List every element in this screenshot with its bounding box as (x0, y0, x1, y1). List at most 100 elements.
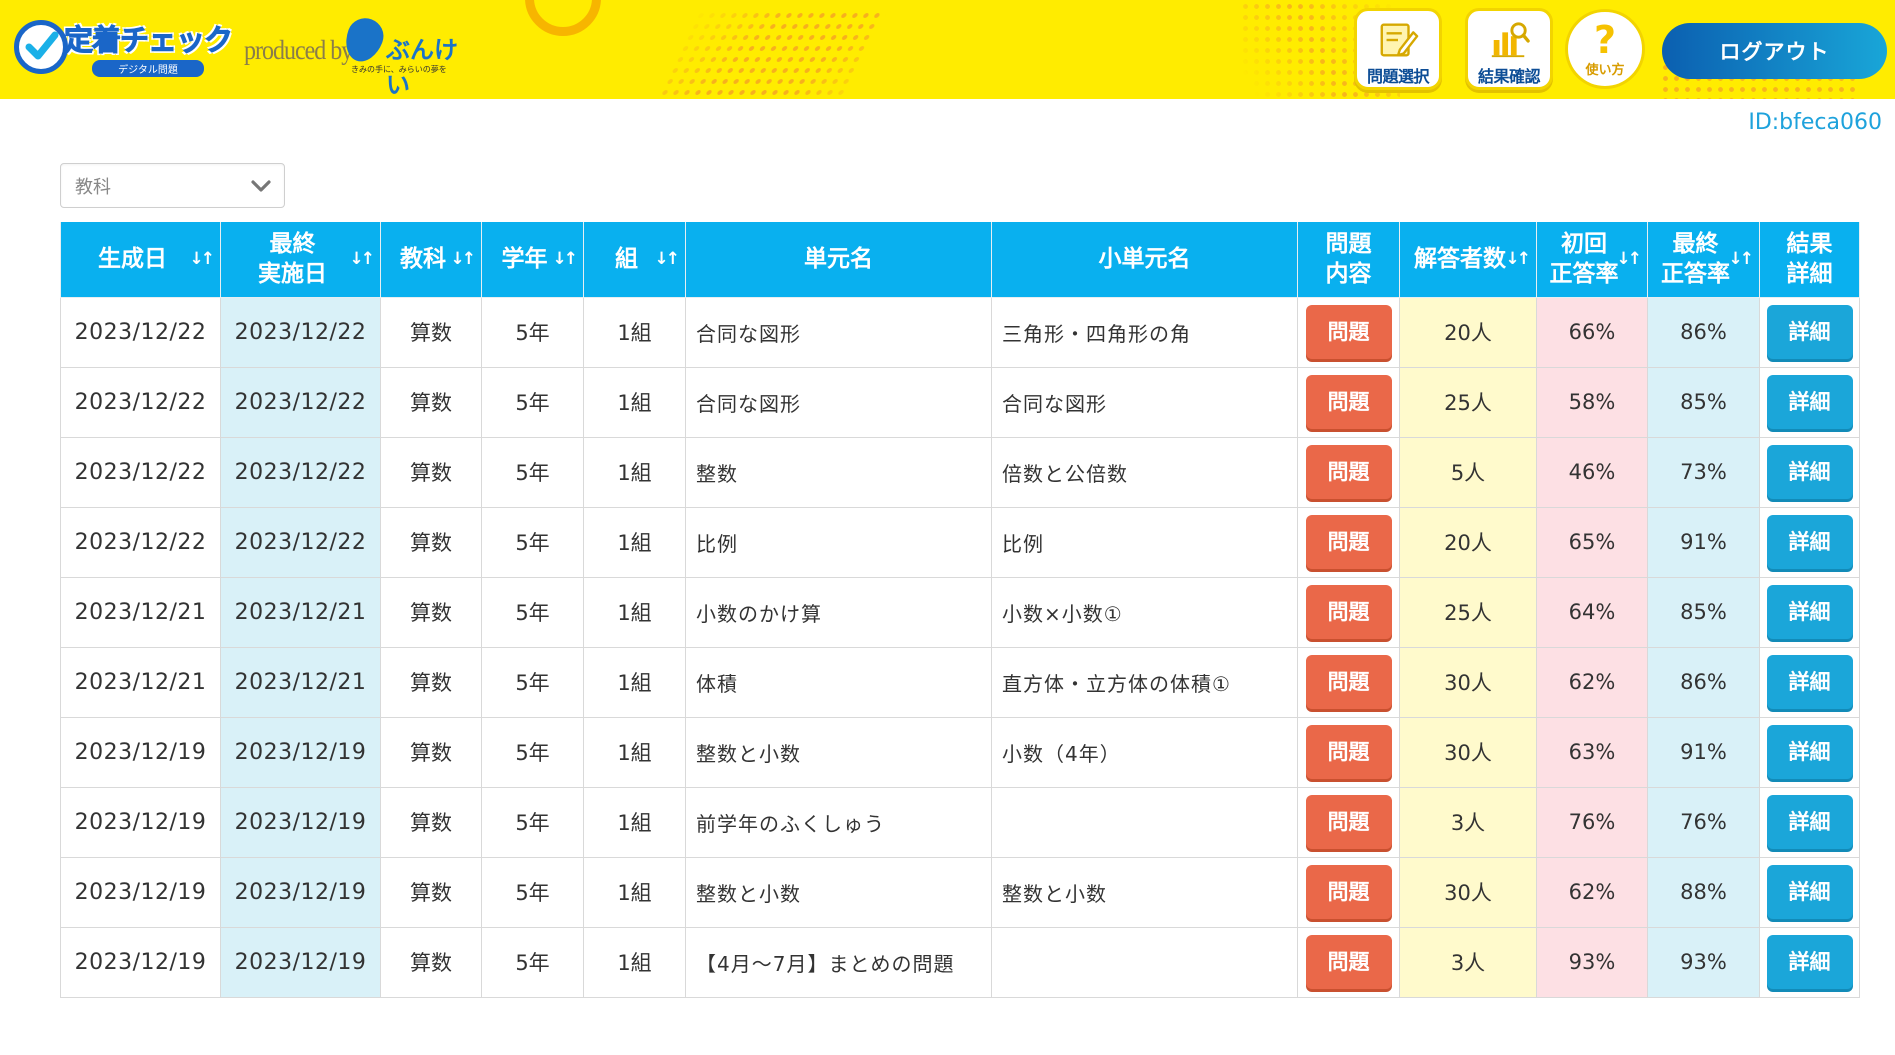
cell-created-date: 2023/12/19 (60, 786, 221, 858)
cell-subject: 算数 (380, 856, 482, 928)
cell-result-detail: 詳細 (1759, 786, 1860, 858)
cell-class: 1組 (583, 646, 686, 718)
cell-class: 1組 (583, 716, 686, 788)
cell-respondents: 30人 (1399, 716, 1537, 788)
column-header-label: 単元名 (804, 246, 873, 273)
sort-arrows-icon[interactable]: ↓↑ (1617, 244, 1642, 274)
table-row: 2023/12/21 2023/12/21 算数 5年 1組 体積 直方体・立方体の体積① 問… (60, 646, 1860, 718)
cell-class: 1組 (583, 436, 686, 508)
sort-arrows-icon[interactable]: ↓↑ (451, 244, 476, 274)
cell-unit-name: 整数 (685, 436, 992, 508)
detail-button[interactable]: 詳細 (1766, 585, 1853, 639)
produced-by-text: produced by (244, 35, 353, 66)
detail-button[interactable]: 詳細 (1766, 305, 1853, 359)
cell-subunit-name: 倍数と公倍数 (991, 436, 1298, 508)
cell-unit-name: 合同な図形 (685, 296, 992, 368)
table-header-row: 生成日 ↓↑ 最終 実施日 ↓↑ 教科 ↓↑ 学年 ↓↑ 組 ↓↑ 単元名 小単元名 問題 内容 解答者数… (60, 222, 1860, 298)
result-check-label: 結果確認 (1477, 67, 1541, 86)
sort-arrows-icon[interactable]: ↓↑ (1506, 244, 1531, 274)
column-header-subject[interactable]: 教科 ↓↑ (380, 222, 482, 298)
detail-button[interactable]: 詳細 (1766, 795, 1853, 849)
detail-button[interactable]: 詳細 (1766, 935, 1853, 989)
question-button[interactable]: 問題 (1305, 375, 1392, 429)
cell-respondents: 30人 (1399, 646, 1537, 718)
detail-button[interactable]: 詳細 (1766, 375, 1853, 429)
cell-question-content: 問題 (1297, 786, 1400, 858)
table-row: 2023/12/19 2023/12/19 算数 5年 1組 【4月～7月】まとめの問題問… (60, 926, 1860, 998)
help-button[interactable]: ? 使い方 (1565, 9, 1645, 89)
column-header-label: 問題 内容 (1325, 231, 1372, 288)
sort-arrows-icon[interactable]: ↓↑ (655, 244, 680, 274)
cell-result-detail: 詳細 (1759, 856, 1860, 928)
cell-final-rate: 73% (1647, 436, 1760, 508)
column-header-unit-name: 単元名 (685, 222, 992, 298)
cell-last-date: 2023/12/21 (220, 646, 381, 718)
table-row: 2023/12/22 2023/12/22 算数 5年 1組 整数 倍数と公倍数 問題 5人 46… (60, 436, 1860, 508)
detail-button[interactable]: 詳細 (1766, 445, 1853, 499)
subject-select[interactable]: 教科 (60, 163, 285, 208)
subject-select-placeholder: 教科 (75, 176, 111, 198)
sort-arrows-icon[interactable]: ↓↑ (190, 244, 215, 274)
cell-first-rate: 62% (1536, 856, 1648, 928)
question-button[interactable]: 問題 (1305, 585, 1392, 639)
cell-created-date: 2023/12/22 (60, 506, 221, 578)
question-select-button[interactable]: 問題選択 (1354, 8, 1442, 90)
detail-button[interactable]: 詳細 (1766, 515, 1853, 569)
cell-question-content: 問題 (1297, 856, 1400, 928)
cell-subject: 算数 (380, 576, 482, 648)
cell-first-rate: 46% (1536, 436, 1648, 508)
cell-created-date: 2023/12/19 (60, 926, 221, 998)
detail-button[interactable]: 詳細 (1766, 725, 1853, 779)
chevron-down-icon (251, 180, 271, 192)
column-header-grade[interactable]: 学年 ↓↑ (481, 222, 584, 298)
cell-question-content: 問題 (1297, 296, 1400, 368)
cell-class: 1組 (583, 506, 686, 578)
drop-icon (339, 13, 389, 67)
logout-button[interactable]: ログアウト (1662, 23, 1887, 79)
table-row: 2023/12/21 2023/12/21 算数 5年 1組 小数のかけ算 小数×小数① 問題… (60, 576, 1860, 648)
result-check-button[interactable]: 結果確認 (1465, 8, 1553, 90)
cell-question-content: 問題 (1297, 716, 1400, 788)
column-header-respondents[interactable]: 解答者数 ↓↑ (1399, 222, 1537, 298)
cell-result-detail: 詳細 (1759, 646, 1860, 718)
question-button[interactable]: 問題 (1305, 795, 1392, 849)
question-button[interactable]: 問題 (1305, 445, 1392, 499)
cell-last-date: 2023/12/22 (220, 436, 381, 508)
column-header-first-rate[interactable]: 初回 正答率 ↓↑ (1536, 222, 1648, 298)
question-button[interactable]: 問題 (1305, 515, 1392, 569)
user-id: ID:bfeca060 (1748, 110, 1882, 135)
cell-question-content: 問題 (1297, 366, 1400, 438)
cell-final-rate: 86% (1647, 296, 1760, 368)
question-button[interactable]: 問題 (1305, 725, 1392, 779)
cell-result-detail: 詳細 (1759, 366, 1860, 438)
cell-subject: 算数 (380, 646, 482, 718)
column-header-created-date[interactable]: 生成日 ↓↑ (60, 222, 221, 298)
help-label: 使い方 (1585, 62, 1625, 78)
question-mark-icon: ? (1593, 17, 1617, 62)
question-button[interactable]: 問題 (1305, 865, 1392, 919)
cell-unit-name: 比例 (685, 506, 992, 578)
decorative-ring (525, 0, 601, 36)
table-row: 2023/12/19 2023/12/19 算数 5年 1組 整数と小数 整数と小数 問題 30… (60, 856, 1860, 928)
detail-button[interactable]: 詳細 (1766, 655, 1853, 709)
cell-unit-name: 整数と小数 (685, 856, 992, 928)
cell-unit-name: 【4月～7月】まとめの問題 (685, 926, 992, 998)
cell-grade: 5年 (481, 926, 584, 998)
column-header-final-rate[interactable]: 最終 正答率 ↓↑ (1647, 222, 1760, 298)
sort-arrows-icon[interactable]: ↓↑ (350, 244, 375, 274)
column-header-class[interactable]: 組 ↓↑ (583, 222, 686, 298)
question-button[interactable]: 問題 (1305, 305, 1392, 359)
cell-created-date: 2023/12/19 (60, 856, 221, 928)
sort-arrows-icon[interactable]: ↓↑ (1729, 244, 1754, 274)
cell-question-content: 問題 (1297, 506, 1400, 578)
results-table: 生成日 ↓↑ 最終 実施日 ↓↑ 教科 ↓↑ 学年 ↓↑ 組 ↓↑ 単元名 小単元名 問題 内容 解答者数… (60, 222, 1860, 998)
cell-class: 1組 (583, 856, 686, 928)
app-logo: 定着チェック デジタル問題 (14, 14, 234, 80)
column-header-last-date[interactable]: 最終 実施日 ↓↑ (220, 222, 381, 298)
question-button[interactable]: 問題 (1305, 935, 1392, 989)
question-button[interactable]: 問題 (1305, 655, 1392, 709)
cell-created-date: 2023/12/21 (60, 576, 221, 648)
publisher-logo: ぶんけい きみの手に、みらいの夢を (339, 13, 476, 99)
detail-button[interactable]: 詳細 (1766, 865, 1853, 919)
sort-arrows-icon[interactable]: ↓↑ (553, 244, 578, 274)
